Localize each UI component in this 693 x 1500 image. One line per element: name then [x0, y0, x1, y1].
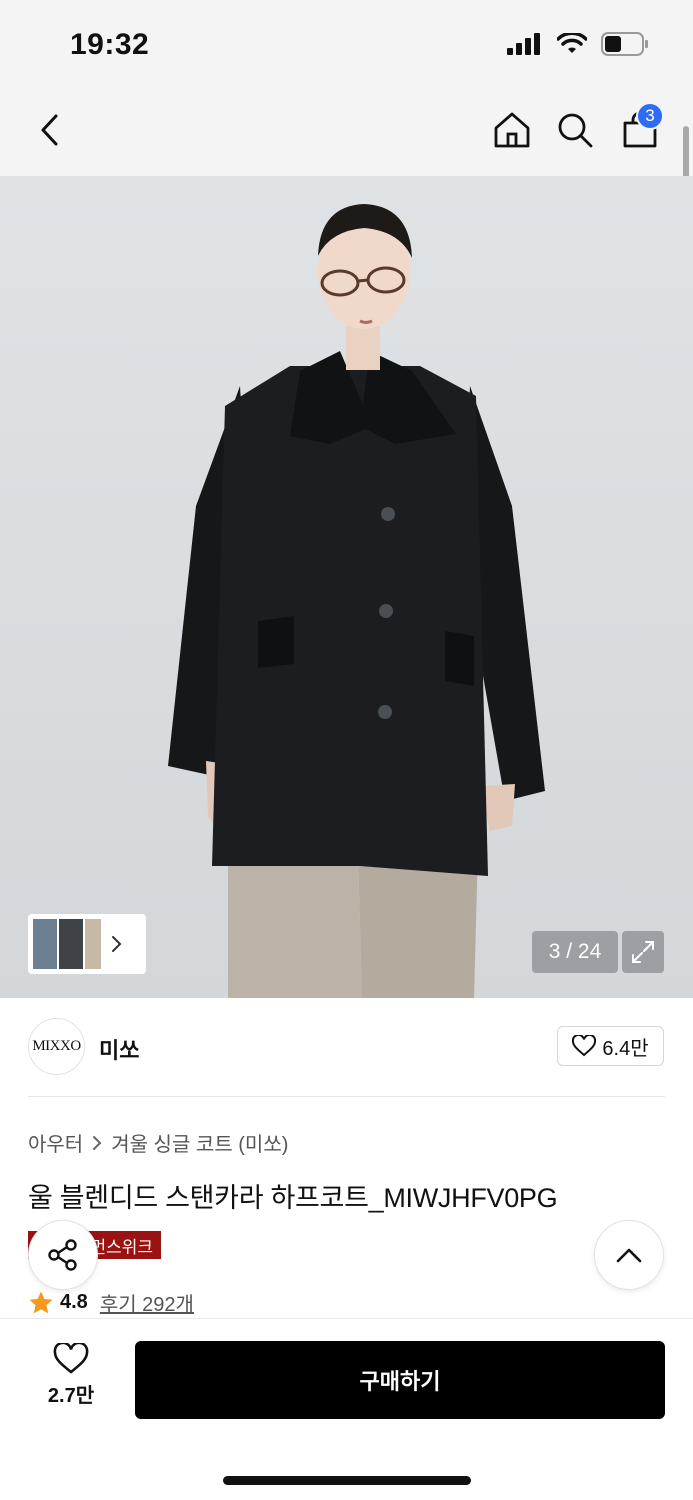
expand-icon [632, 941, 654, 963]
divider [28, 1096, 665, 1097]
brand-row[interactable]: MIXXO 미쏘 6.4만 [0, 998, 693, 1096]
breadcrumb: 아우터 겨울 싱글 코트 (미쏘) [28, 1128, 288, 1157]
wishlist-count: 2.7만 [47, 1385, 95, 1407]
brand-name[interactable]: 미쏘 [99, 1033, 139, 1065]
breadcrumb-item[interactable]: 겨울 싱글 코트 (미쏘) [111, 1128, 288, 1157]
cart-button[interactable]: 3 [618, 102, 664, 152]
thumbnail-image [85, 919, 101, 969]
product-image[interactable] [0, 176, 693, 998]
battery-icon [601, 32, 648, 56]
bottom-action-bar: 2.7만 구매하기 [0, 1318, 693, 1500]
breadcrumb-item[interactable]: 아우터 [28, 1128, 83, 1157]
review-count-link[interactable]: 후기 292개 [100, 1288, 194, 1317]
brand-logo[interactable]: MIXXO [28, 1018, 85, 1075]
rating-value: 4.8 [60, 1291, 88, 1313]
brand-like-count: 6.4만 [602, 1037, 649, 1060]
signal-icon [507, 33, 540, 55]
rating-row: 4.8 후기 292개 [28, 1288, 194, 1317]
image-counter: 3 / 24 [532, 931, 618, 973]
chevron-up-icon [616, 1248, 642, 1263]
cart-count-badge: 3 [636, 102, 664, 130]
scroll-to-top-button[interactable] [594, 1220, 664, 1290]
brand-like-button[interactable]: 6.4만 [557, 1026, 664, 1066]
home-indicator [223, 1476, 471, 1485]
wishlist-button[interactable]: 2.7만 [34, 1343, 108, 1415]
expand-button[interactable] [622, 931, 664, 973]
thumbnail-strip[interactable] [28, 914, 146, 974]
chevron-right-icon [112, 936, 122, 952]
status-bar: 19:32 [0, 0, 693, 90]
wifi-icon [557, 33, 587, 53]
home-icon [494, 112, 530, 148]
chevron-left-icon [41, 114, 58, 146]
status-icons [507, 32, 649, 56]
star-icon [29, 1291, 53, 1313]
thumbnail-image [33, 919, 57, 969]
product-title: 울 블렌디드 스탠카라 하프코트_MIWJHFV0PG [28, 1183, 558, 1213]
buy-button[interactable]: 구매하기 [135, 1341, 665, 1419]
heart-icon [572, 1035, 597, 1057]
home-button[interactable] [490, 108, 534, 152]
product-photo [168, 204, 545, 998]
share-icon [48, 1239, 77, 1271]
heart-icon [53, 1343, 89, 1374]
thumbnail-image [59, 919, 83, 969]
status-time: 19:32 [70, 28, 150, 61]
share-button[interactable] [28, 1220, 98, 1290]
search-button[interactable] [553, 108, 597, 152]
chevron-right-icon [93, 1135, 102, 1150]
search-icon [558, 113, 593, 148]
back-button[interactable] [28, 108, 72, 152]
nav-bar: 3 [0, 90, 693, 176]
